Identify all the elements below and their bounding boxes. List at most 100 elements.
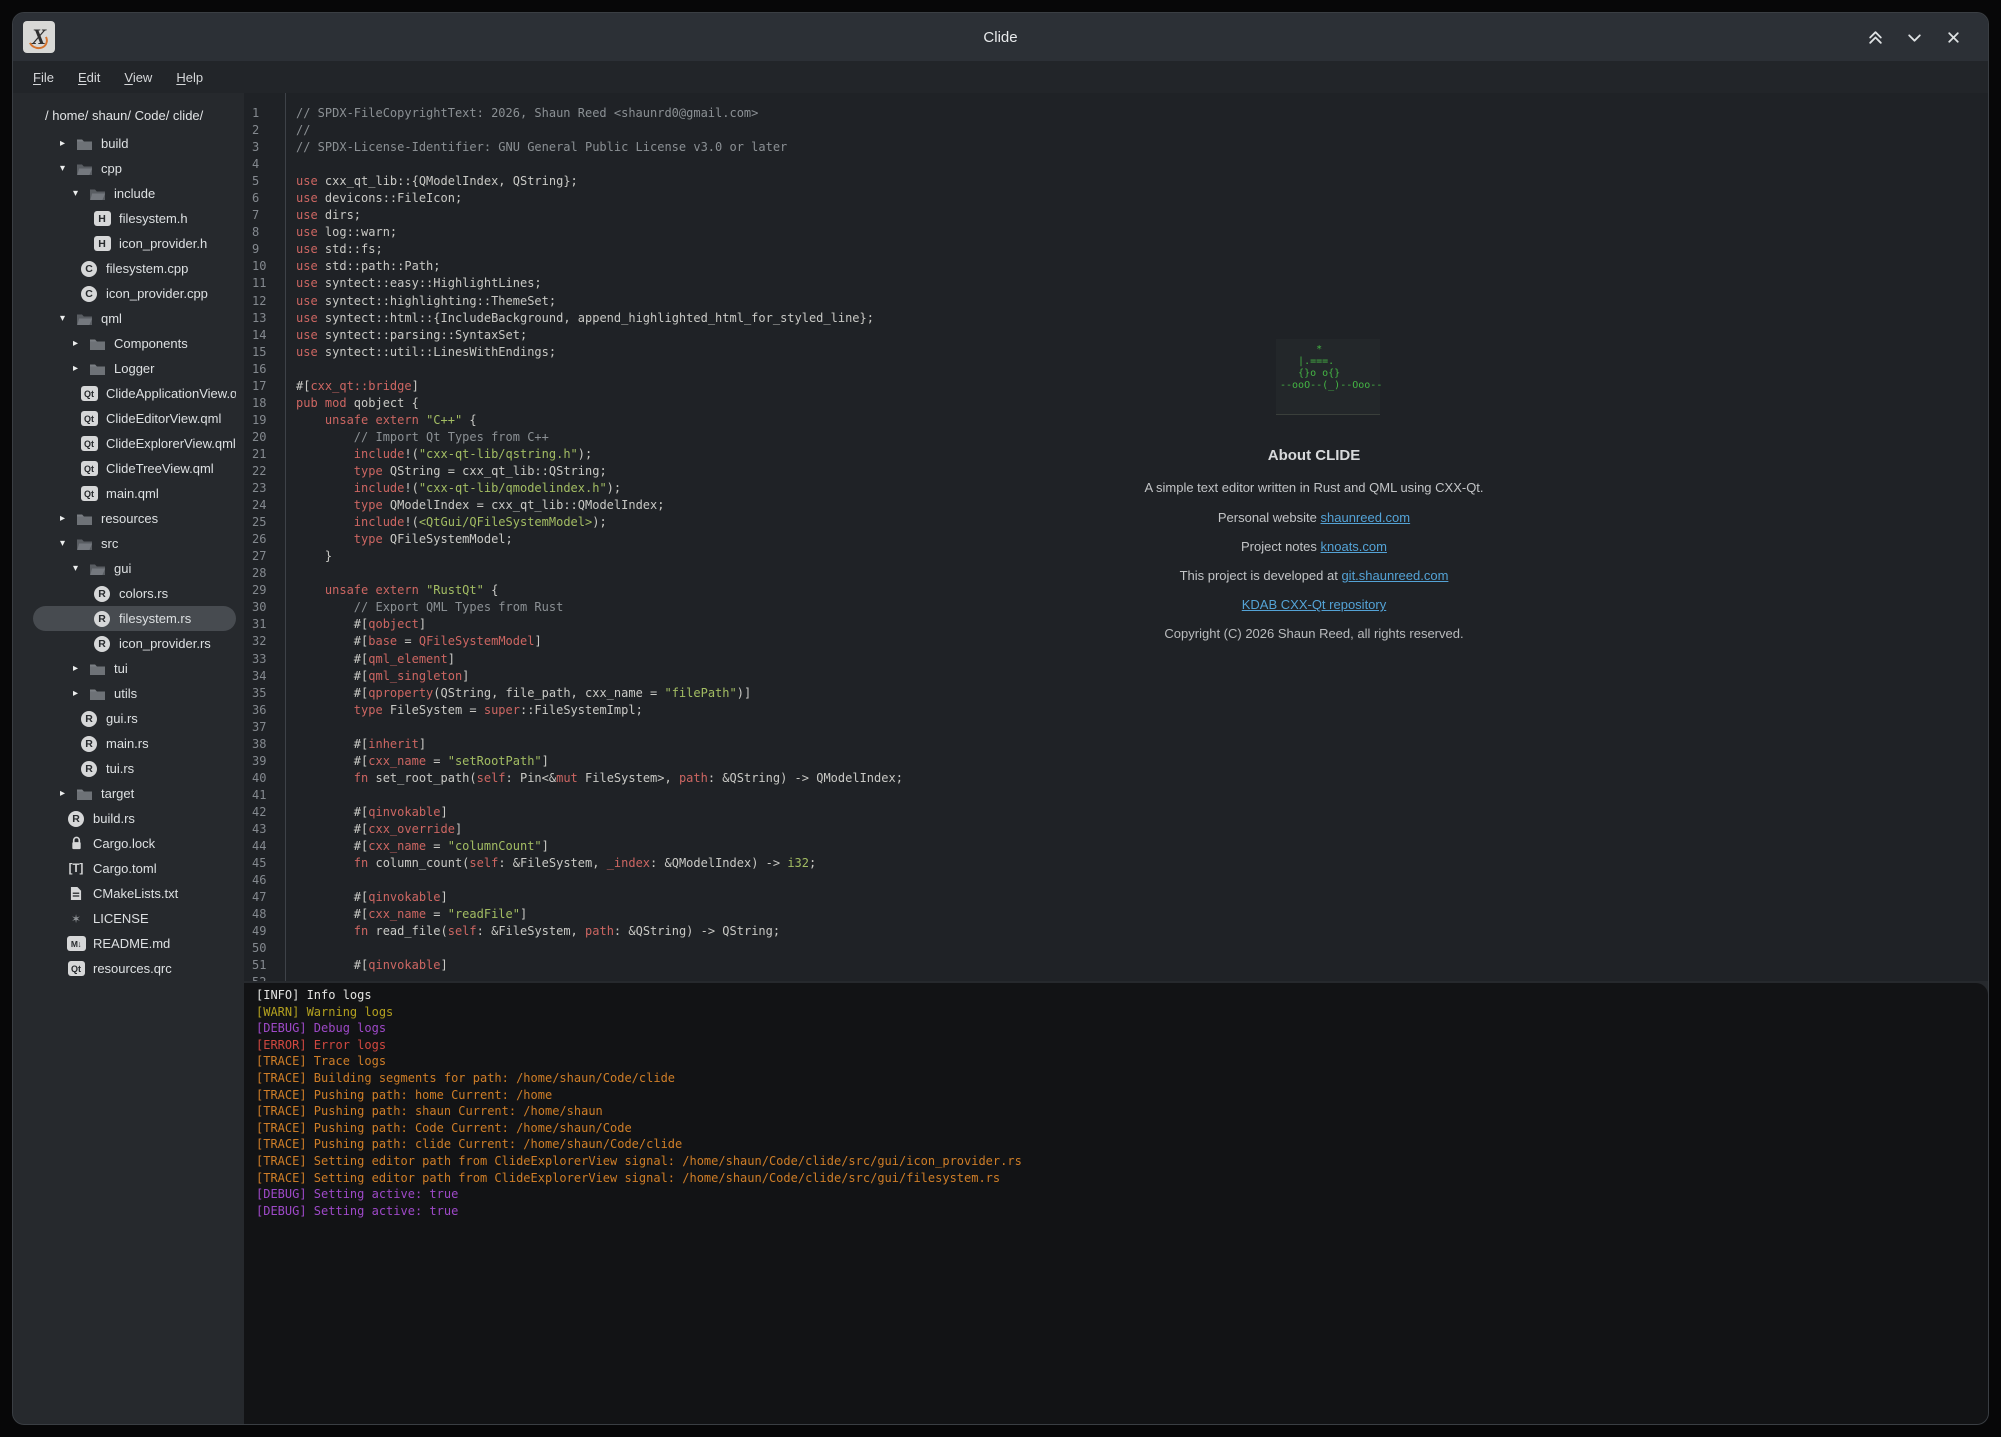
log-panel[interactable]: [INFO] Info logs[WARN] Warning logs[DEBU… xyxy=(244,983,1988,1424)
folder-icon xyxy=(87,337,107,351)
code-line: #[cxx_override] xyxy=(296,821,1988,838)
tree-item-icon-provider-cpp[interactable]: Cicon_provider.cpp xyxy=(33,281,236,306)
line-number: 46 xyxy=(252,872,285,889)
tree-item-clidetreeview-qml[interactable]: QtClideTreeView.qml xyxy=(33,456,236,481)
tree-item-target[interactable]: ▸target xyxy=(33,781,236,806)
line-number: 32 xyxy=(252,633,285,650)
tree-item-label: ClideApplicationView.qml xyxy=(106,386,236,401)
log-line: [TRACE] Pushing path: clide Current: /ho… xyxy=(256,1136,1988,1153)
line-number: 41 xyxy=(252,787,285,804)
log-line: [TRACE] Setting editor path from ClideEx… xyxy=(256,1153,1988,1170)
line-number: 27 xyxy=(252,548,285,565)
tree-item-main-qml[interactable]: Qtmain.qml xyxy=(33,481,236,506)
about-title: About CLIDE xyxy=(1054,447,1574,464)
tree-item-filesystem-h[interactable]: Hfilesystem.h xyxy=(33,206,236,231)
tree-item-label: src xyxy=(101,536,118,551)
code-line: use dirs; xyxy=(296,207,1988,224)
tree-item-filesystem-rs[interactable]: Rfilesystem.rs xyxy=(33,606,236,631)
tree-item-label: cpp xyxy=(101,161,122,176)
tree-item-label: build.rs xyxy=(93,811,135,826)
tree-item-include[interactable]: ▾include xyxy=(33,181,236,206)
code-line: use devicons::FileIcon; xyxy=(296,190,1988,207)
line-number: 34 xyxy=(252,668,285,685)
folder-open-icon xyxy=(87,562,107,576)
tree-item-clideapplicationview-qml[interactable]: QtClideApplicationView.qml xyxy=(33,381,236,406)
tree-item-clideexplorerview-qml[interactable]: QtClideExplorerView.qml xyxy=(33,431,236,456)
log-line: [TRACE] Pushing path: shaun Current: /ho… xyxy=(256,1103,1988,1120)
tree-root-path[interactable]: / home/ shaun/ Code/ clide/ xyxy=(45,105,244,127)
tree-item-label: ClideExplorerView.qml xyxy=(106,436,236,451)
menu-item-edit[interactable]: Edit xyxy=(74,68,104,87)
tree-item-clideeditorview-qml[interactable]: QtClideEditorView.qml xyxy=(33,406,236,431)
tree-item-main-rs[interactable]: Rmain.rs xyxy=(33,731,236,756)
tree-item-cargo-lock[interactable]: Cargo.lock xyxy=(33,831,236,856)
about-link[interactable]: knoats.com xyxy=(1321,539,1387,554)
close-button[interactable] xyxy=(1945,29,1962,46)
chevron-collapsed-icon: ▸ xyxy=(73,663,87,674)
about-link[interactable]: KDAB CXX-Qt repository xyxy=(1242,597,1387,612)
log-line: [ERROR] Error logs xyxy=(256,1037,1988,1054)
rust-file-icon: R xyxy=(66,811,86,827)
line-number: 31 xyxy=(252,616,285,633)
tree-item-cmakelists-txt[interactable]: CMakeLists.txt xyxy=(33,881,236,906)
minimize-button[interactable] xyxy=(1906,29,1923,46)
line-number: 39 xyxy=(252,753,285,770)
tree-item-gui[interactable]: ▾gui xyxy=(33,556,236,581)
tree-item-build[interactable]: ▸build xyxy=(33,131,236,156)
line-number: 12 xyxy=(252,293,285,310)
code-line: // SPDX-License-Identifier: GNU General … xyxy=(296,139,1988,156)
log-line: [WARN] Warning logs xyxy=(256,1004,1988,1021)
tree-item-label: LICENSE xyxy=(93,911,149,926)
tree-item-label: resources xyxy=(101,511,158,526)
line-number: 4 xyxy=(252,156,285,173)
tree-item-label: target xyxy=(101,786,134,801)
tree-item-resources[interactable]: ▸resources xyxy=(33,506,236,531)
shade-button[interactable] xyxy=(1867,29,1884,46)
tree-item-logger[interactable]: ▸Logger xyxy=(33,356,236,381)
tree-item-filesystem-cpp[interactable]: Cfilesystem.cpp xyxy=(33,256,236,281)
code-line: use log::warn; xyxy=(296,224,1988,241)
tree-item-icon-provider-rs[interactable]: Ricon_provider.rs xyxy=(33,631,236,656)
ascii-art: * |.===. {}o o{} --ooO--(_)--Ooo-- xyxy=(1276,339,1380,415)
code-line: use cxx_qt_lib::{QModelIndex, QString}; xyxy=(296,173,1988,190)
about-link[interactable]: shaunreed.com xyxy=(1321,510,1411,525)
tree-item-label: icon_provider.cpp xyxy=(106,286,208,301)
tree-item-colors-rs[interactable]: Rcolors.rs xyxy=(33,581,236,606)
line-number: 49 xyxy=(252,923,285,940)
line-number: 24 xyxy=(252,497,285,514)
menu-item-help[interactable]: Help xyxy=(172,68,207,87)
tree-item-cpp[interactable]: ▾cpp xyxy=(33,156,236,181)
tree-item-src[interactable]: ▾src xyxy=(33,531,236,556)
lock-icon xyxy=(66,836,86,851)
line-number: 5 xyxy=(252,173,285,190)
chevron-expanded-icon: ▾ xyxy=(73,563,87,574)
line-number: 7 xyxy=(252,207,285,224)
markdown-file-icon: M↓ xyxy=(66,936,86,951)
log-line: [DEBUG] Debug logs xyxy=(256,1020,1988,1037)
line-number: 14 xyxy=(252,327,285,344)
titlebar: X Clide xyxy=(13,13,1988,61)
menu-item-view[interactable]: View xyxy=(120,68,156,87)
code-line: #[qinvokable] xyxy=(296,889,1988,906)
menu-item-file[interactable]: File xyxy=(29,68,58,87)
tree-item-readme-md[interactable]: M↓README.md xyxy=(33,931,236,956)
line-number: 51 xyxy=(252,957,285,974)
tree-item-label: include xyxy=(114,186,155,201)
tree-item-build-rs[interactable]: Rbuild.rs xyxy=(33,806,236,831)
tree-item-tui-rs[interactable]: Rtui.rs xyxy=(33,756,236,781)
tree-item-license[interactable]: ✶LICENSE xyxy=(33,906,236,931)
tree-item-icon-provider-h[interactable]: Hicon_provider.h xyxy=(33,231,236,256)
tree-item-gui-rs[interactable]: Rgui.rs xyxy=(33,706,236,731)
line-number: 43 xyxy=(252,821,285,838)
tree-item-label: CMakeLists.txt xyxy=(93,886,178,901)
tree-item-cargo-toml[interactable]: [T]Cargo.toml xyxy=(33,856,236,881)
chevron-collapsed-icon: ▸ xyxy=(73,688,87,699)
tree-item-tui[interactable]: ▸tui xyxy=(33,656,236,681)
tree-item-utils[interactable]: ▸utils xyxy=(33,681,236,706)
tree-item-components[interactable]: ▸Components xyxy=(33,331,236,356)
tree-item-resources-qrc[interactable]: Qtresources.qrc xyxy=(33,956,236,981)
tree-item-qml[interactable]: ▾qml xyxy=(33,306,236,331)
about-link[interactable]: git.shaunreed.com xyxy=(1341,568,1448,583)
tree-item-label: filesystem.cpp xyxy=(106,261,188,276)
code-line: #[qinvokable] xyxy=(296,804,1988,821)
